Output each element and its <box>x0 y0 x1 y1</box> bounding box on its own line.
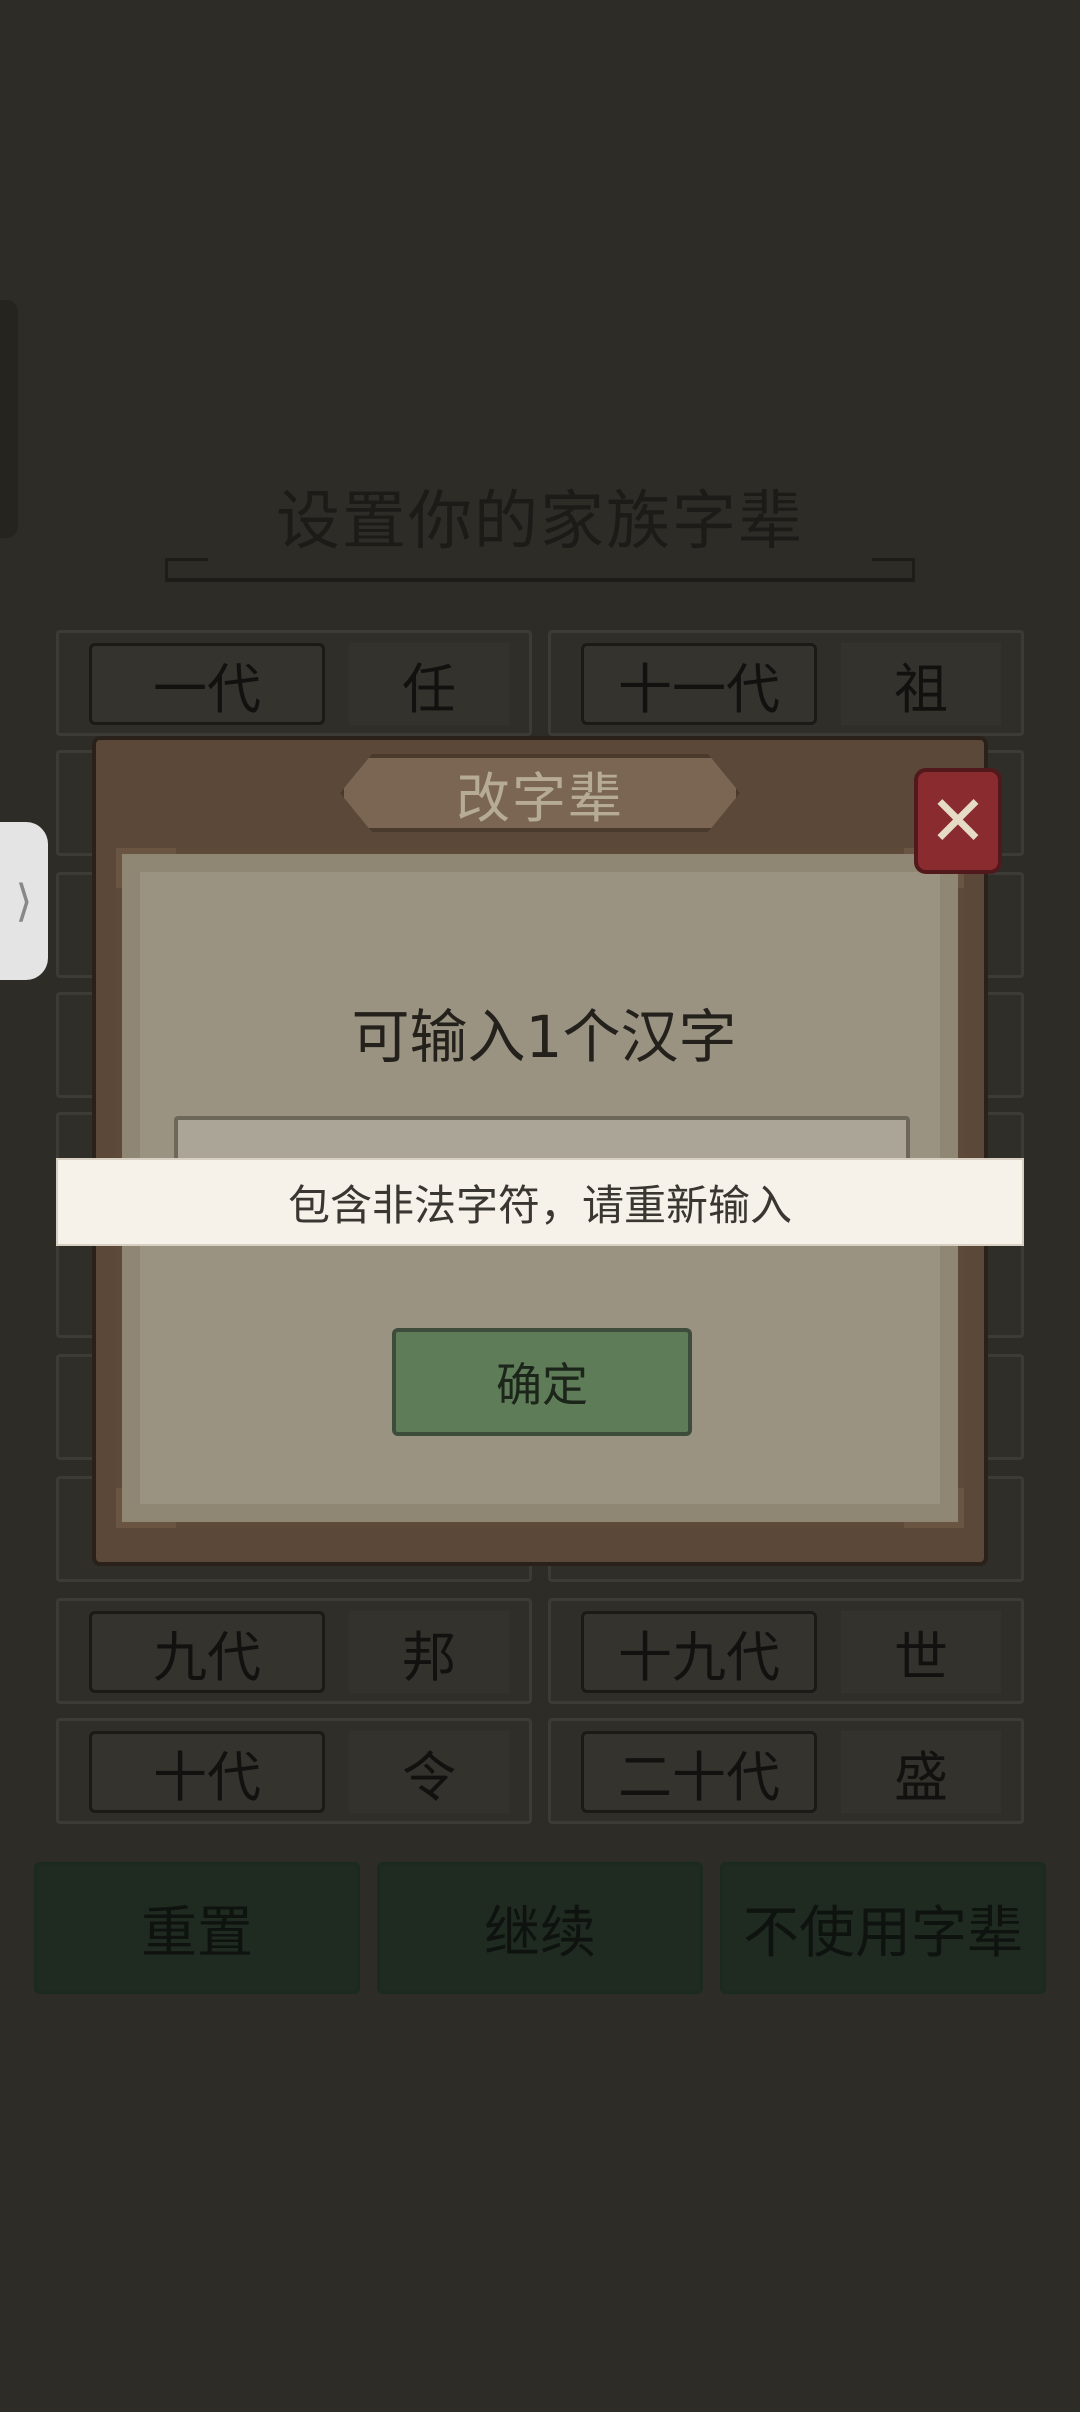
close-x-icon: ✕ <box>928 780 988 862</box>
generation-char[interactable]: 世 <box>841 1611 1001 1693</box>
dialog-prompt: 可输入1个汉字 <box>351 1003 737 1071</box>
generation-char[interactable]: 盛 <box>841 1731 1001 1813</box>
dialog-title-plate: 改字辈 <box>340 754 740 832</box>
generation-row[interactable]: 十九代 世 <box>548 1598 1024 1704</box>
edit-generation-dialog: 改字辈 可输入1个汉字 确定 <box>92 736 988 1566</box>
generation-label: 九代 <box>89 1611 325 1693</box>
title-divider <box>165 558 915 582</box>
close-button[interactable]: ✕ <box>914 768 1002 874</box>
generation-row[interactable]: 十一代 祖 <box>548 630 1024 736</box>
reset-button[interactable]: 重置 <box>34 1862 360 1994</box>
no-generation-names-button[interactable]: 不使用字辈 <box>720 1862 1046 1994</box>
generation-label: 十一代 <box>581 643 817 725</box>
chevron-right-icon: ⟩ <box>15 875 33 927</box>
continue-button[interactable]: 继续 <box>377 1862 703 1994</box>
corner-ornament <box>904 1488 964 1528</box>
corner-ornament <box>116 848 176 888</box>
generation-label: 一代 <box>89 643 325 725</box>
error-toast: 包含非法字符，请重新输入 <box>56 1158 1024 1246</box>
generation-row[interactable]: 九代 邦 <box>56 1598 532 1704</box>
generation-row[interactable]: 十代 令 <box>56 1718 532 1824</box>
generation-char[interactable]: 令 <box>349 1731 509 1813</box>
generation-char[interactable]: 邦 <box>349 1611 509 1693</box>
generation-row[interactable]: 二十代 盛 <box>548 1718 1024 1824</box>
generation-label: 十代 <box>89 1731 325 1813</box>
generation-label: 二十代 <box>581 1731 817 1813</box>
generation-char[interactable]: 祖 <box>841 643 1001 725</box>
side-drawer-handle[interactable]: ⟩ <box>0 822 48 980</box>
screen-background: 设置你的家族字辈 一代 任 十一代 祖 九代 邦 十九代 世 十代 令 二十代 … <box>0 0 1080 2412</box>
generation-label: 十九代 <box>581 1611 817 1693</box>
dialog-title: 改字辈 <box>456 766 624 830</box>
generation-char[interactable]: 任 <box>349 643 509 725</box>
corner-ornament <box>116 1488 176 1528</box>
page-title: 设置你的家族字辈 <box>276 485 804 559</box>
confirm-button[interactable]: 确定 <box>392 1328 692 1436</box>
generation-row[interactable]: 一代 任 <box>56 630 532 736</box>
